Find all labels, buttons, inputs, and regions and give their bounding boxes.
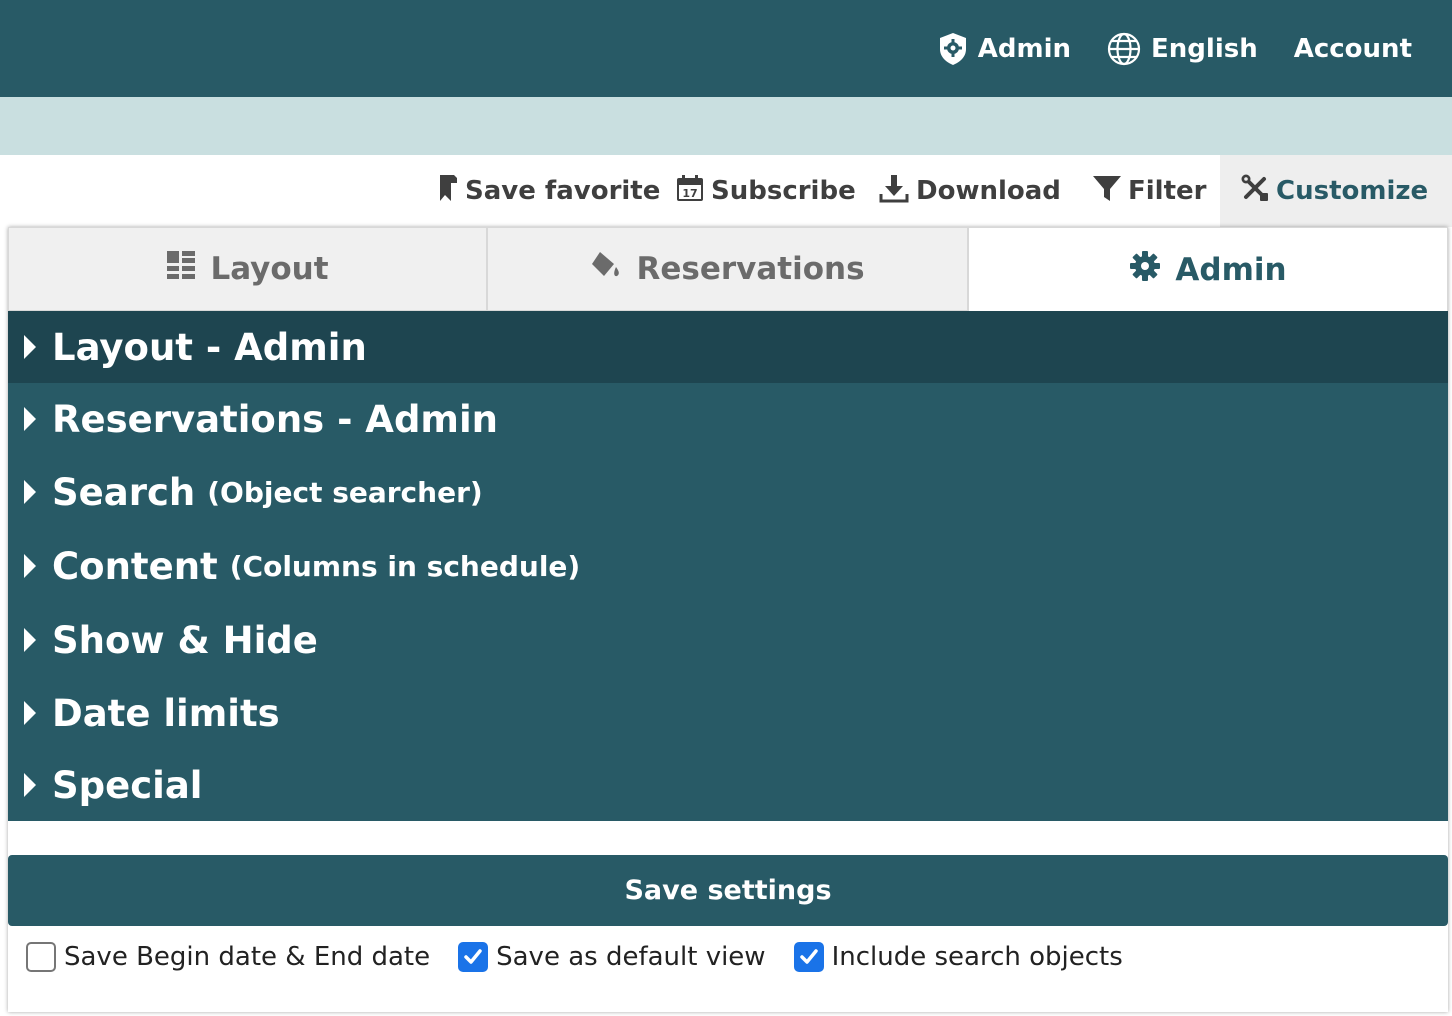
customize-tabs: Layout Reservations Admin [8,227,1448,311]
admin-menu-label: Admin [977,33,1072,64]
background-edge [0,308,6,328]
accordion-reservations-admin[interactable]: Reservations - Admin [8,383,1448,455]
download-icon [878,172,910,211]
customize-label: Customize [1276,176,1429,206]
filter-button[interactable]: Filter [1092,155,1206,227]
caret-right-icon [24,628,36,652]
filter-icon [1092,173,1122,210]
accordion-label: Show & Hide [52,618,318,662]
calendar-day-number: 17 [682,187,697,200]
download-button[interactable]: Download [878,155,1061,227]
accordion-layout-admin[interactable]: Layout - Admin [8,311,1448,383]
save-favorite-button[interactable]: Save favorite [437,155,660,227]
caret-right-icon [24,480,36,504]
language-menu[interactable]: English [1107,32,1258,66]
account-menu-label: Account [1293,33,1412,64]
subscribe-button[interactable]: 17 Subscribe [675,155,856,227]
caret-right-icon [24,701,36,725]
accordion-search[interactable]: Search (Object searcher) [8,455,1448,529]
accordion-special[interactable]: Special [8,749,1448,821]
accordion-sublabel: (Columns in schedule) [229,549,581,583]
accordion-date-limits[interactable]: Date limits [8,677,1448,749]
customize-panel: Layout Reservations Admin Layout - Admin… [8,227,1448,1012]
checkmark-icon [799,949,818,964]
caret-right-icon [24,407,36,431]
option-save-dates[interactable]: Save Begin date & End date [26,942,430,972]
calendar-icon: 17 [675,173,705,210]
download-label: Download [916,176,1061,206]
option-include-search-objects[interactable]: Include search objects [793,942,1123,972]
tab-admin[interactable]: Admin [968,227,1448,311]
caret-right-icon [24,335,36,359]
checkbox-include-search-objects[interactable] [793,942,824,972]
bookmark-icon [437,173,459,210]
caret-right-icon [24,773,36,797]
option-label: Save as default view [496,942,766,972]
admin-accordion: Layout - Admin Reservations - Admin Sear… [8,311,1448,821]
top-navigation-bar: Admin English Account [0,0,1452,97]
gear-icon [1129,250,1161,290]
option-default-view[interactable]: Save as default view [458,942,766,972]
accordion-label: Layout - Admin [52,325,367,369]
shield-gear-icon [938,32,968,66]
checkbox-default-view[interactable] [458,942,489,972]
accordion-sublabel: (Object searcher) [207,475,483,509]
tab-reservations[interactable]: Reservations [487,227,968,311]
tab-layout-label: Layout [210,251,329,287]
accordion-label: Content [52,544,218,588]
layout-grid-icon [166,250,196,288]
accordion-show-hide[interactable]: Show & Hide [8,603,1448,677]
tab-reservations-label: Reservations [636,251,865,287]
checkbox-save-dates[interactable] [26,942,56,972]
save-options: Save Begin date & End date Save as defau… [26,935,1151,979]
tab-layout[interactable]: Layout [8,227,487,311]
tab-admin-label: Admin [1175,251,1287,288]
account-menu[interactable]: Account [1294,34,1412,64]
filter-label: Filter [1128,176,1207,206]
secondary-band [0,97,1452,155]
subscribe-label: Subscribe [711,176,856,206]
save-favorite-label: Save favorite [465,176,661,206]
option-label: Save Begin date & End date [64,942,431,972]
accordion-label: Special [52,763,203,807]
paint-bucket-icon [590,250,622,288]
globe-icon [1107,32,1141,66]
accordion-label: Search [52,470,196,514]
accordion-label: Date limits [52,691,280,735]
accordion-content[interactable]: Content (Columns in schedule) [8,529,1448,603]
toolbar: Save favorite 17 Subscribe Download Filt… [0,155,1452,227]
language-menu-label: English [1151,33,1258,64]
save-settings-button[interactable]: Save settings [8,855,1448,926]
caret-right-icon [24,554,36,578]
customize-button[interactable]: Customize [1220,155,1452,227]
tools-icon [1240,173,1270,210]
checkmark-icon [464,949,482,964]
option-label: Include search objects [831,942,1123,972]
admin-menu[interactable]: Admin [938,32,1071,66]
accordion-label: Reservations - Admin [52,397,499,441]
